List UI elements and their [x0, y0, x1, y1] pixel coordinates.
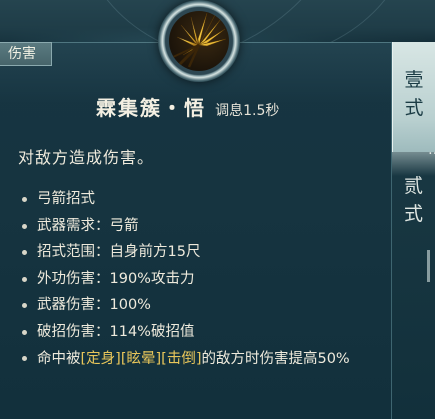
- list-item: 弓箭招式: [22, 189, 382, 216]
- golden-arrow-cluster-icon: [169, 11, 229, 71]
- skill-properties-list: 弓箭招式 武器需求：弓箭 招式范围：自身前方15尺 外功伤害：190%攻击力 武…: [22, 189, 382, 370]
- tab-form-one[interactable]: 壹 式: [392, 42, 435, 152]
- bullet-icon: [22, 250, 27, 255]
- category-tag: 伤害: [0, 42, 52, 66]
- list-item: 招式范围：自身前方15尺: [22, 242, 382, 269]
- status-keyword-stun: [眩晕]: [120, 351, 162, 367]
- list-item-bonus-damage: 命中被[定身][眩晕][击倒]的敌方时伤害提高50%: [22, 348, 382, 370]
- bullet-icon: [22, 276, 27, 282]
- bullet-icon: [22, 223, 27, 229]
- side-ellipsis: …: [428, 142, 435, 158]
- skill-title-row: 霖集簇・悟 调息1.5秒: [96, 92, 279, 120]
- bullet-icon: [22, 197, 27, 202]
- list-item: 破招伤害：114%破招值: [22, 322, 382, 349]
- tab-form-two[interactable]: 贰 式: [392, 168, 435, 248]
- bullet-icon: [22, 329, 27, 335]
- status-keyword-knockdown: [击倒]: [161, 351, 202, 367]
- form-tab-column: 壹 式 贰 式: [392, 42, 435, 419]
- bullet-icon: [22, 356, 27, 361]
- list-item: 外功伤害：190%攻击力: [22, 269, 382, 296]
- skill-tooltip-screen: 伤害 霖集簇・悟 调息1.5秒 对敌方造成伤害。 弓箭招式 武器需求：弓箭 招式…: [0, 0, 435, 419]
- bullet-icon: [22, 303, 27, 308]
- list-item: 武器需求：弓箭: [22, 216, 382, 243]
- skill-name: 霖集簇・悟: [96, 96, 206, 120]
- list-item: 武器伤害：100%: [22, 295, 382, 322]
- scrollbar-thumb[interactable]: [427, 250, 430, 282]
- skill-cooldown: 调息1.5秒: [215, 103, 280, 119]
- skill-description: 对敌方造成伤害。: [18, 148, 155, 167]
- status-keyword-root: [定身]: [80, 351, 121, 367]
- skill-icon-frame: [158, 0, 240, 82]
